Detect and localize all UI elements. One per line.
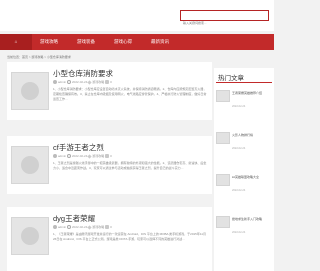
sidebar-item-title[interactable]: 王者荣耀英雄推荐介绍 [232,91,274,96]
article-title[interactable]: cf手游王者之烈 [53,142,104,153]
article-meta: admin 2022-02-24 游戏攻略 0 [53,154,112,159]
comment-icon [105,225,110,229]
article-category[interactable]: 游戏攻略 [92,80,104,84]
image-placeholder-icon [21,156,39,174]
user-icon [53,225,57,229]
article-date: 2022-02-24 [72,154,88,158]
article-comments[interactable]: 0 [110,154,112,158]
sidebar-item-title[interactable]: 火影人物排行榜 [232,133,274,138]
clock-icon [67,154,72,158]
clock-icon [67,225,72,229]
article-card: cf手游王者之烈 admin 2022-02-24 游戏攻略 0 1、王者之烈是… [7,136,212,194]
article-title[interactable]: 小型仓库消防要求 [53,68,113,79]
user-icon [53,80,57,84]
article-comments[interactable]: 0 [110,80,112,84]
main-nav: ⌂ 游戏攻略 游戏装备 游戏心得 最新资讯 [0,34,274,50]
article-author[interactable]: admin [58,80,66,84]
nav-item-game-gear[interactable]: 游戏装备 [69,34,103,50]
search-box[interactable] [180,10,269,28]
sidebar-item-title[interactable]: lol英雄联盟攻略大全 [232,175,274,180]
article-thumbnail[interactable] [11,217,49,255]
article-excerpt: 1、《王者荣耀》是由腾讯游戏开发并运行的一款运营在 Android、IOS 平台… [53,232,206,241]
sidebar-item[interactable]: 王者荣耀英雄推荐介绍 2022-02-24 [216,90,274,130]
article-meta: admin 2022-02-24 游戏攻略 0 [53,225,112,230]
sidebar-item[interactable]: 火影人物排行榜 2022-02-24 [216,132,274,172]
article-thumbnail[interactable] [11,72,49,110]
sidebar-thumbnail[interactable] [216,132,230,144]
sidebar-item[interactable]: 绝地求生新手入门攻略 2022-02-24 [216,216,274,256]
sidebar-item-date: 2022-02-24 [232,231,246,234]
article-title[interactable]: dyg王者荣耀 [53,213,95,224]
breadcrumb: 当前位置：首页 > 游戏攻略 > 小型仓库消防要求 [7,55,71,59]
comment-icon [105,154,110,158]
article-excerpt: 1、王者之烈是穿越火线手游中的一把英雄级武器，拥有独特的外观和强大的性能。2、该… [53,161,207,170]
article-category[interactable]: 游戏攻略 [92,225,104,229]
image-placeholder-icon [21,227,39,245]
sidebar-thumbnail[interactable] [216,216,230,228]
sidebar-item-date: 2022-02-24 [232,147,246,150]
sidebar: 热门文章 王者荣耀英雄推荐介绍 2022-02-24 火影人物排行榜 2022-… [214,68,274,271]
user-icon [53,154,57,158]
article-excerpt: 1、小型仓库消防要求：小型仓库应设置自动喷水灭火系统，并保持消防通道畅通。2、仓… [53,87,207,101]
nav-item-latest-news[interactable]: 最新资讯 [143,34,177,50]
nav-item-game-tips[interactable]: 游戏心得 [106,34,140,50]
article-author[interactable]: admin [58,154,66,158]
article-author[interactable]: admin [58,225,66,229]
sidebar-item-date: 2022-02-24 [232,189,246,192]
article-meta: admin 2022-02-24 游戏攻略 0 [53,80,112,85]
search-input[interactable] [181,18,268,28]
comment-icon [105,80,110,84]
sidebar-item-title[interactable]: 绝地求生新手入门攻略 [232,217,274,222]
image-placeholder-icon [21,82,39,100]
sidebar-thumbnail[interactable] [216,90,230,102]
clock-icon [67,80,72,84]
home-icon: ⌂ [14,39,18,44]
article-comments[interactable]: 0 [110,225,112,229]
nav-item-game-guide[interactable]: 游戏攻略 [32,34,66,50]
page: ⌂ 游戏攻略 游戏装备 游戏心得 最新资讯 当前位置：首页 > 游戏攻略 > 小… [0,0,274,271]
article-thumbnail[interactable] [11,146,49,184]
article-card: 小型仓库消防要求 admin 2022-02-24 游戏攻略 0 1、小型仓库消… [7,62,212,120]
nav-item-home[interactable]: ⌂ [0,34,32,50]
site-header [0,0,274,31]
article-date: 2022-02-24 [72,80,88,84]
sidebar-title: 热门文章 [218,75,244,82]
article-date: 2022-02-24 [72,225,88,229]
article-category[interactable]: 游戏攻略 [92,154,104,158]
sidebar-item[interactable]: lol英雄联盟攻略大全 2022-02-24 [216,174,274,214]
sidebar-thumbnail[interactable] [216,174,230,186]
article-card: dyg王者荣耀 admin 2022-02-24 游戏攻略 0 1、《王者荣耀》… [7,207,212,271]
sidebar-divider [216,82,272,83]
sidebar-item-date: 2022-02-24 [232,105,246,108]
